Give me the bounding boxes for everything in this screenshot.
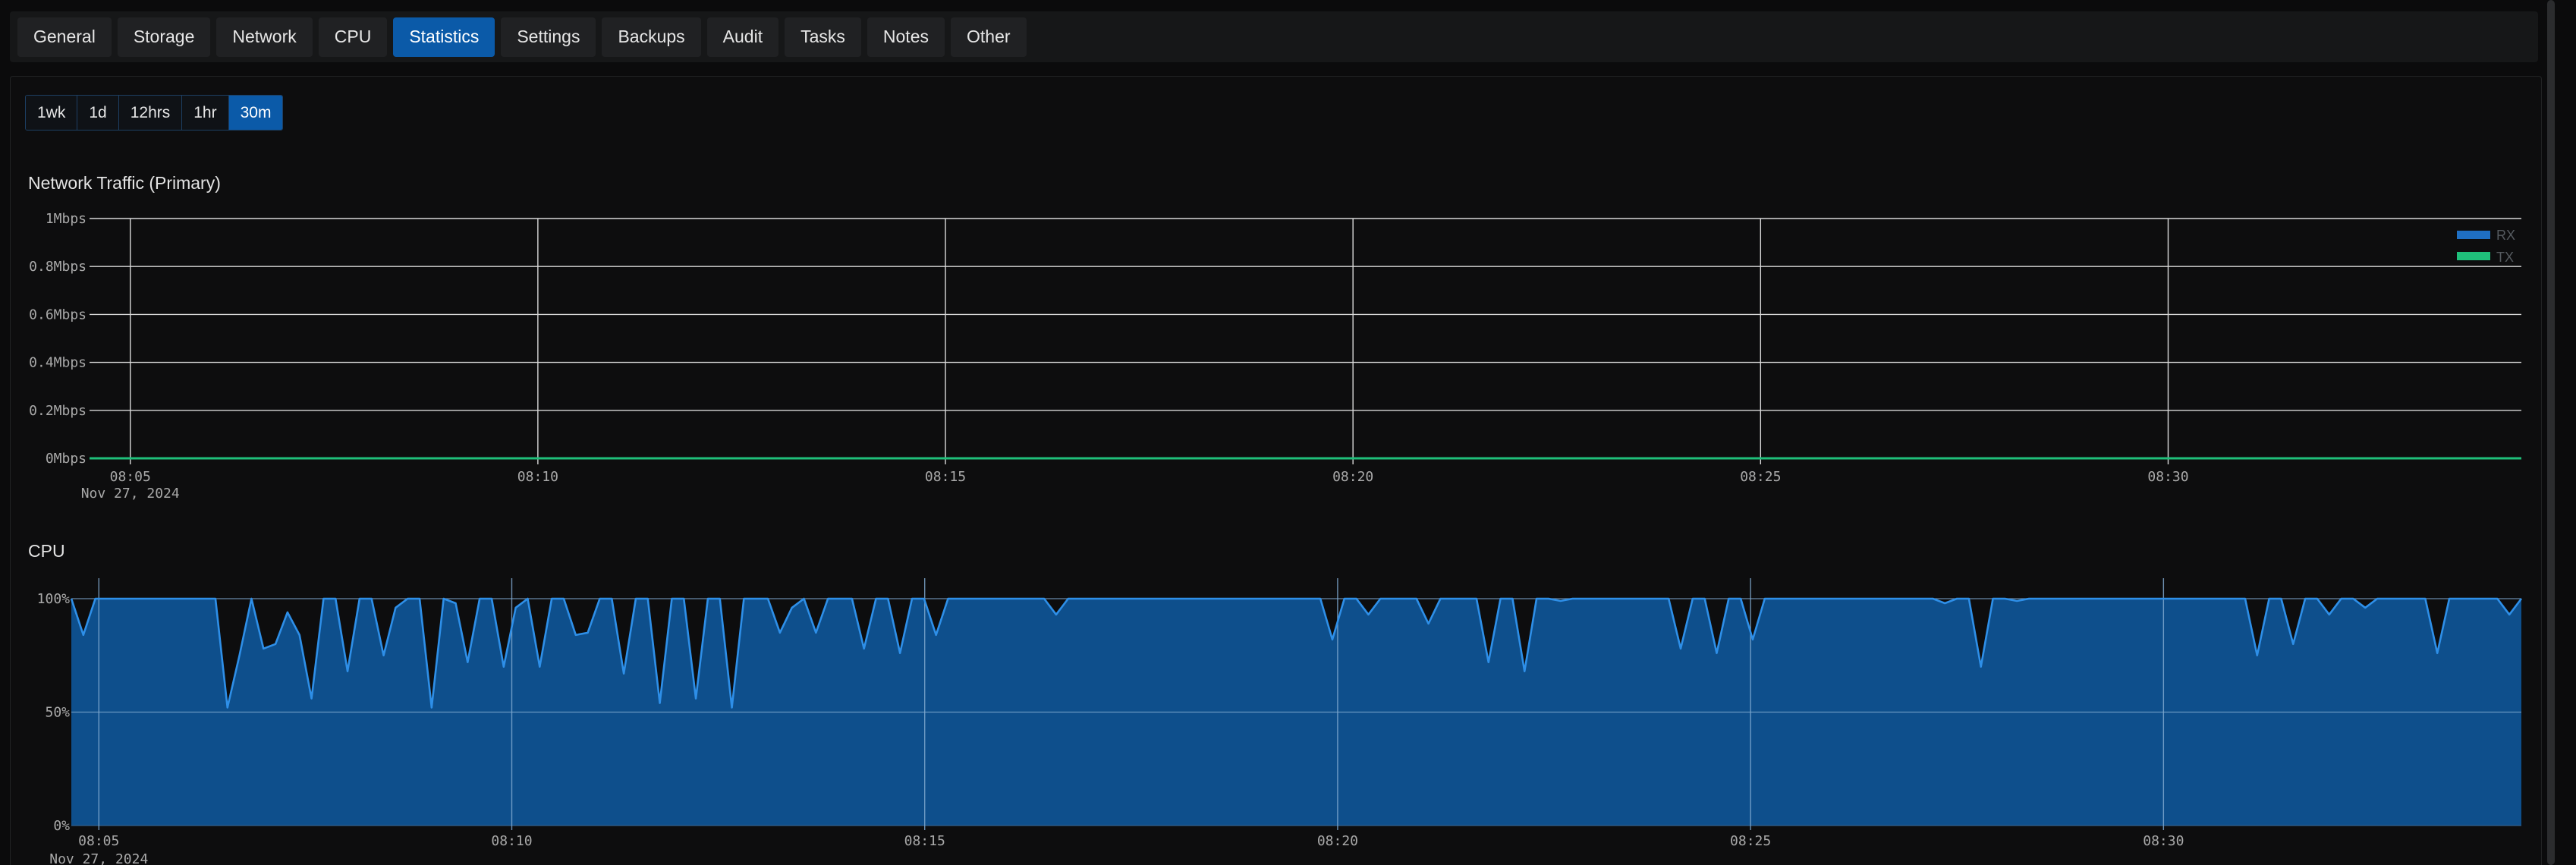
net-x-tick-label: 08:05 — [110, 469, 151, 485]
net-y-tick-label: 0.2Mbps — [29, 403, 86, 419]
cpu-x-tick-label: 08:20 — [1317, 833, 1358, 849]
cpu-x-tick-label: 08:25 — [1730, 833, 1771, 849]
net-y-tick-label: 0Mbps — [46, 451, 86, 467]
net-date-label: Nov 27, 2024 — [81, 486, 180, 502]
net-y-tick-label: 0.6Mbps — [29, 307, 86, 322]
cpu-y-tick-label: 100% — [37, 591, 71, 607]
cpu-y-tick-label: 0% — [53, 818, 70, 834]
cpu-x-tick-label: 08:15 — [904, 833, 945, 849]
net-x-tick-label: 08:30 — [2147, 469, 2188, 485]
legend-rx-swatch — [2457, 231, 2490, 239]
net-x-tick-label: 08:20 — [1332, 469, 1373, 485]
cpu-x-tick-label: 08:10 — [491, 833, 532, 849]
cpu-date-label: Nov 27, 2024 — [49, 851, 148, 865]
net-x-tick-label: 08:10 — [517, 469, 558, 485]
cpu-y-tick-label: 50% — [45, 705, 70, 721]
charts-canvas: 0Mbps 0.2Mbps 0.4Mbps 0.6Mbps 0.8Mbps 1Mbps 08… — [29, 211, 2523, 865]
legend-tx-label: TX — [2496, 250, 2514, 265]
cpu-x-tick-label: 08:30 — [2143, 833, 2184, 849]
net-x-tick-label: 08:15 — [925, 469, 966, 485]
legend-tx-swatch — [2457, 252, 2490, 260]
cpu-x-tick-label: 08:05 — [78, 833, 119, 849]
net-y-tick-label: 0.8Mbps — [29, 259, 86, 275]
net-y-tick-label: 0.4Mbps — [29, 355, 86, 371]
net-x-tick-label: 08:25 — [1740, 469, 1781, 485]
net-y-tick-label: 1Mbps — [46, 211, 86, 227]
scrollbar-thumb[interactable] — [2547, 0, 2555, 865]
legend-rx-label: RX — [2496, 228, 2515, 243]
